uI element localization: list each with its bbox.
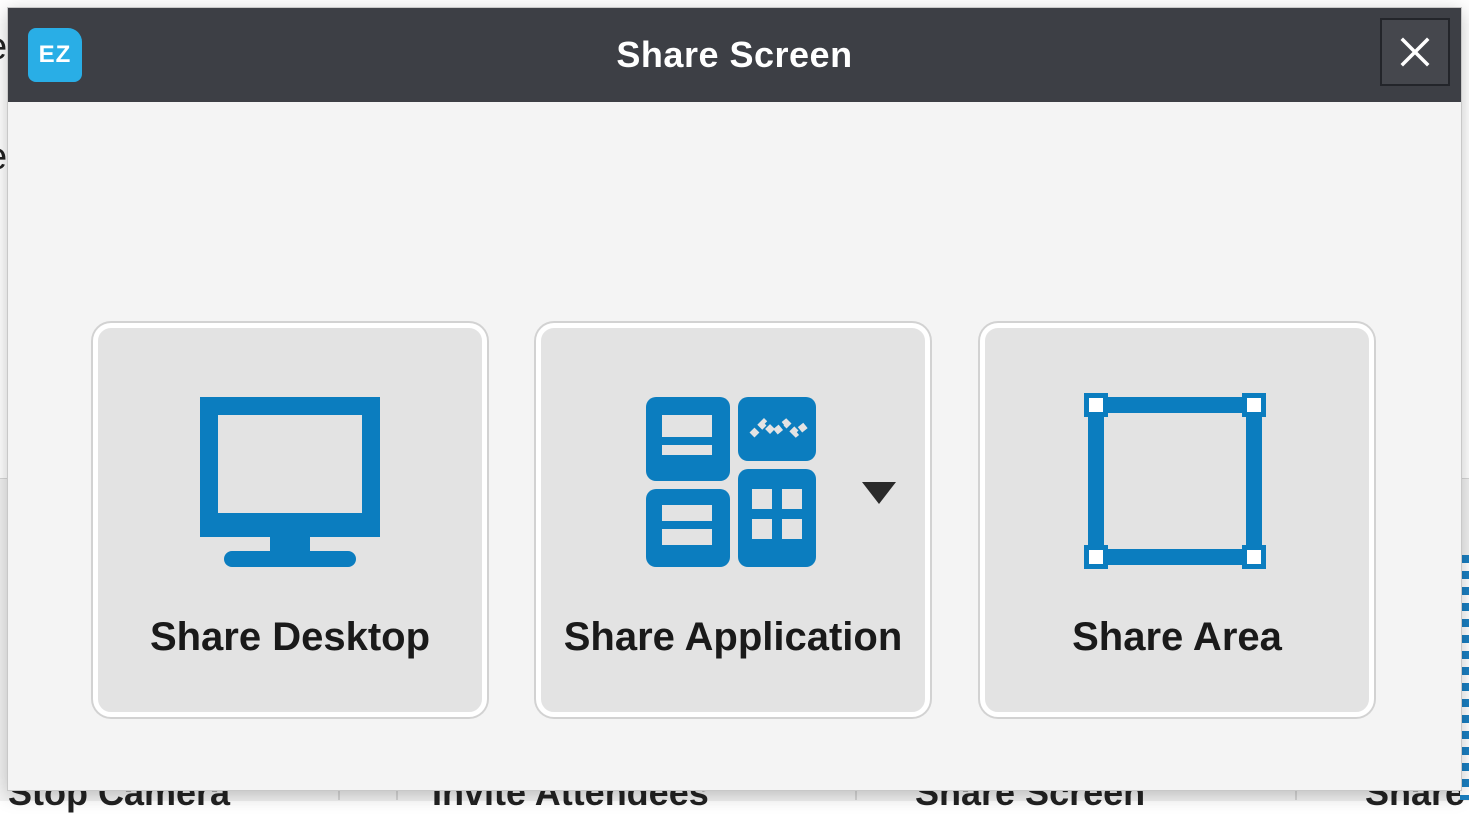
share-screen-dialog: EZ Share Screen Share Desktop Share Appl…: [8, 8, 1461, 790]
close-button[interactable]: [1380, 18, 1450, 86]
share-application-button[interactable]: Share Application: [536, 323, 930, 717]
monitor-icon: [98, 388, 482, 578]
dialog-titlebar: EZ Share Screen: [8, 8, 1461, 102]
share-application-label: Share Application: [563, 615, 903, 659]
background-text-fragment: e: [0, 136, 7, 179]
share-desktop-label: Share Desktop: [149, 615, 431, 659]
background-text-fragment: e: [0, 26, 7, 69]
background-scroll-edge: [1460, 555, 1469, 800]
area-selection-icon: [985, 388, 1369, 578]
close-icon: [1400, 37, 1430, 67]
chevron-down-icon[interactable]: [859, 478, 899, 508]
share-desktop-button[interactable]: Share Desktop: [93, 323, 487, 717]
dialog-title: Share Screen: [616, 34, 853, 75]
share-area-button[interactable]: Share Area: [980, 323, 1374, 717]
share-area-label: Share Area: [1072, 615, 1282, 659]
